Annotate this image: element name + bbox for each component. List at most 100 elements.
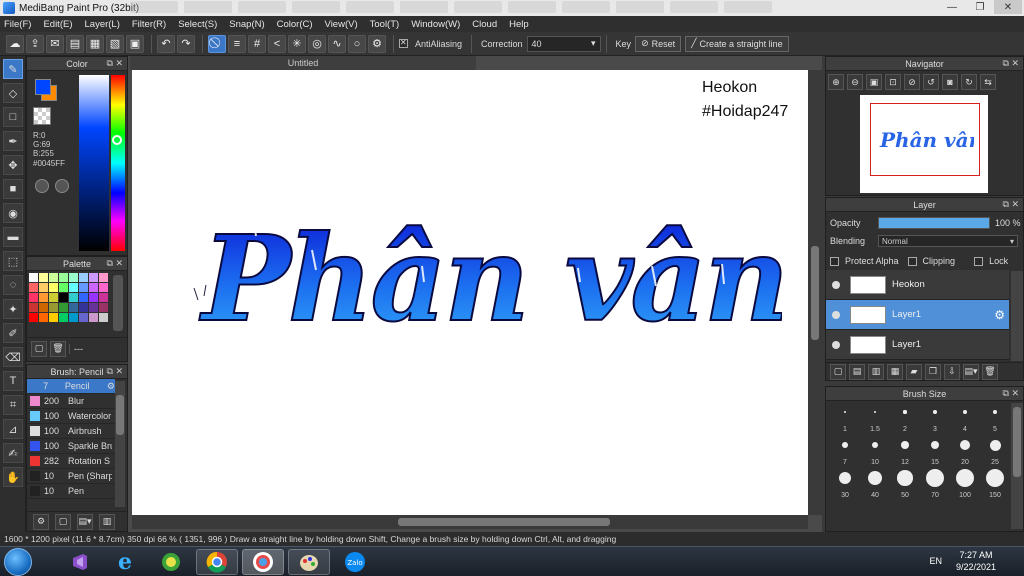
brush-size-option[interactable]: 3 — [920, 403, 950, 433]
palette-swatch[interactable] — [39, 283, 48, 292]
palette-swatch[interactable] — [69, 303, 78, 312]
new-folder-icon[interactable]: ▰ — [906, 363, 922, 380]
flip-horizontal-icon[interactable]: ⇆ — [980, 74, 996, 90]
menu-edit[interactable]: Edit(E) — [43, 19, 72, 30]
antialiasing-checkbox[interactable] — [399, 38, 408, 48]
palette-swatch[interactable] — [39, 313, 48, 322]
panel-float-close-icon[interactable]: ⧉ ✕ — [107, 58, 123, 69]
fill-rect-tool-icon[interactable]: ■ — [3, 179, 23, 199]
palette-swatch[interactable] — [99, 283, 108, 292]
palette-swatch[interactable] — [59, 273, 68, 282]
vertical-scroll-thumb[interactable] — [811, 246, 819, 340]
saturation-box[interactable] — [79, 75, 109, 251]
brush-item[interactable]: 7 Pencil ⚙ — [27, 379, 115, 394]
palette-scrollbar[interactable] — [113, 275, 123, 331]
blending-select[interactable]: Normal ▾ — [878, 235, 1018, 247]
duplicate-layer-icon[interactable]: ❐ — [925, 363, 941, 380]
palette-swatch[interactable] — [79, 283, 88, 292]
layer-scrollbar[interactable] — [1011, 271, 1023, 361]
lock-checkbox[interactable] — [974, 256, 984, 266]
cloud-icon[interactable]: ☁ — [6, 34, 24, 53]
palette-swatch[interactable] — [39, 293, 48, 302]
brush-item[interactable]: 100 Sparkle Brush — [27, 439, 115, 454]
merge-layer-icon[interactable]: ⇩ — [944, 363, 960, 380]
reset-button[interactable]: ⊘ Reset — [635, 35, 682, 52]
palette-swatch[interactable] — [59, 303, 68, 312]
panel-float-close-icon[interactable]: ⧉ ✕ — [107, 258, 123, 269]
palette-swatch[interactable] — [69, 313, 78, 322]
palette-swatch[interactable] — [99, 293, 108, 302]
brush-size-option[interactable]: 50 — [890, 469, 920, 499]
palette-swatch[interactable] — [69, 273, 78, 282]
brush-size-option[interactable]: 1.5 — [860, 403, 890, 433]
delete-layer-icon[interactable]: 🗑 — [982, 363, 998, 380]
save-icon[interactable]: ▦ — [86, 34, 104, 53]
palette-swatch[interactable] — [99, 313, 108, 322]
brush-item[interactable]: 100 Watercolor — [27, 409, 115, 424]
redo-icon[interactable]: ↷ — [177, 34, 195, 53]
navigator-thumbnail[interactable]: Phân vân — [860, 95, 988, 193]
transparent-color-swatch[interactable] — [33, 107, 51, 125]
windows-start-icon[interactable] — [4, 548, 32, 576]
palette-swatch[interactable] — [69, 283, 78, 292]
add-brush-icon[interactable]: ▢ — [55, 513, 71, 530]
horizontal-scroll-thumb[interactable] — [398, 518, 610, 526]
menu-layer[interactable]: Layer(L) — [85, 19, 120, 30]
palette-swatch[interactable] — [59, 313, 68, 322]
palette-swatch[interactable] — [49, 283, 58, 292]
zoom-out-icon[interactable]: ⊖ — [847, 74, 863, 90]
palette-swatch[interactable] — [89, 273, 98, 282]
palette-swatch[interactable] — [49, 293, 58, 302]
canvas-paper[interactable]: Heokon #Hoidap247 Phân vân — [132, 70, 808, 515]
palette-swatch[interactable] — [89, 283, 98, 292]
chrome-icon[interactable] — [196, 549, 238, 575]
snap-settings-icon[interactable]: ⚙ — [368, 34, 386, 53]
straight-line-button[interactable]: ╱ Create a straight line — [685, 35, 789, 52]
visibility-eye-icon[interactable] — [832, 340, 840, 349]
rotate-left-icon[interactable]: ↺ — [923, 74, 939, 90]
actual-size-icon[interactable]: ⊡ — [885, 74, 901, 90]
new-file-icon[interactable]: ▤ — [66, 34, 84, 53]
palette-swatch[interactable] — [39, 303, 48, 312]
snap-circle-icon[interactable]: ◎ — [308, 34, 326, 53]
brush-size-option[interactable]: 25 — [980, 436, 1010, 466]
rotate-reset-icon[interactable]: ◙ — [942, 74, 958, 90]
brush-tool-icon[interactable]: ✎ — [3, 59, 23, 79]
magic-wand-tool-icon[interactable]: ✦ — [3, 299, 23, 319]
rotate-right-icon[interactable]: ↻ — [961, 74, 977, 90]
palette-swatch[interactable] — [29, 313, 38, 322]
layer-row[interactable]: Heokon — [826, 270, 1009, 300]
clipping-checkbox[interactable] — [907, 256, 917, 266]
palette-swatch[interactable] — [79, 313, 88, 322]
share-icon[interactable]: ⇪ — [26, 34, 44, 53]
new-layer-icon[interactable]: ▢ — [830, 363, 846, 380]
divide-tool-icon[interactable]: ⌗ — [3, 395, 23, 415]
canvas-horizontal-scrollbar[interactable] — [132, 515, 808, 529]
palette-swatch[interactable] — [59, 283, 68, 292]
protect-alpha-checkbox[interactable] — [830, 256, 839, 266]
eraser-tool-icon[interactable]: ◇ — [3, 83, 23, 103]
panel-float-close-icon[interactable]: ⧉ ✕ — [107, 366, 123, 377]
bucket-tool-icon[interactable]: ◉ — [3, 203, 23, 223]
menu-window[interactable]: Window(W) — [411, 19, 460, 30]
brush-size-option[interactable]: 2 — [890, 403, 920, 433]
palette-swatch[interactable] — [29, 293, 38, 302]
hue-slider[interactable] — [111, 75, 125, 251]
brush-size-option[interactable]: 15 — [920, 436, 950, 466]
hue-slider-knob[interactable] — [112, 135, 122, 145]
palette-swatch[interactable] — [69, 293, 78, 302]
visibility-eye-icon[interactable] — [832, 310, 840, 319]
fit-window-icon[interactable]: ▣ — [866, 74, 882, 90]
panel-float-close-icon[interactable]: ⧉ ✕ — [1003, 199, 1019, 210]
palette-swatch[interactable] — [79, 293, 88, 302]
maximize-button[interactable]: ❐ — [966, 0, 994, 14]
text-tool-icon[interactable]: T — [3, 371, 23, 391]
palette-swatch[interactable] — [49, 303, 58, 312]
gear-icon[interactable]: ⚙ — [107, 381, 115, 392]
undo-icon[interactable]: ↶ — [157, 34, 175, 53]
add-palette-icon[interactable]: ▢ — [31, 340, 47, 357]
lasso-tool-icon[interactable]: ◌ — [3, 275, 23, 295]
canvas-vertical-scrollbar[interactable] — [808, 70, 822, 515]
snap-perspective-icon[interactable]: < — [268, 34, 286, 53]
visual-studio-icon[interactable] — [58, 549, 100, 575]
